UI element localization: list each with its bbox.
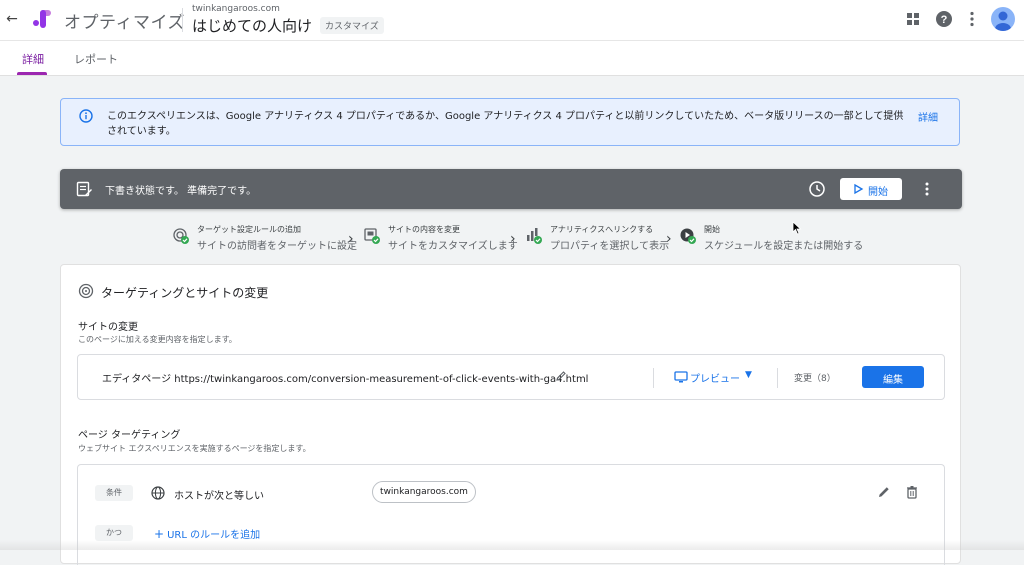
site-changes-subtitle: このページに加える変更内容を指定します。 (78, 335, 237, 344)
info-icon (79, 109, 93, 123)
analytics-check-icon (527, 228, 542, 244)
step-subtitle: サイトをカスタマイズします (388, 241, 518, 252)
mouse-cursor-icon (792, 221, 802, 235)
person-icon (995, 11, 1011, 31)
header-divider (182, 8, 183, 32)
beta-info-banner: このエクスペリエンスは、Google アナリティクス 4 プロパティであるか、G… (60, 98, 960, 146)
more-vert-icon[interactable] (918, 180, 936, 198)
apps-grid-icon[interactable] (903, 9, 923, 29)
arrow-left-icon[interactable]: ← (2, 9, 22, 29)
start-button[interactable]: 開始 (840, 178, 902, 200)
trash-icon[interactable] (905, 485, 919, 499)
edit-button-label: 編集 (883, 375, 903, 386)
step-subtitle: サイトの訪問者をターゲットに設定 (197, 241, 357, 252)
step-subtitle: スケジュールを設定または開始する (704, 241, 864, 252)
experience-name: はじめての人向け (192, 17, 313, 35)
pencil-icon[interactable] (555, 370, 567, 382)
rule-condition-text: ホストが次と等しい (174, 491, 264, 502)
target-icon (78, 283, 94, 299)
tab-details[interactable]: 詳細 (22, 51, 44, 67)
optimize-logo-icon (33, 10, 51, 28)
preview-button[interactable]: プレビュー (690, 370, 740, 385)
step-title: 開始 (704, 225, 720, 234)
target-check-icon (173, 228, 189, 244)
clock-icon[interactable] (808, 180, 826, 198)
plus-icon: + (154, 527, 165, 541)
help-icon[interactable]: ? (934, 9, 954, 29)
divider (653, 368, 654, 388)
chevron-right-icon: › (510, 231, 516, 247)
play-icon (854, 183, 864, 195)
chevron-right-icon: › (348, 231, 354, 247)
site-domain: twinkangaroos.com (192, 4, 280, 14)
start-button-label: 開始 (868, 187, 888, 198)
pencil-icon[interactable] (877, 485, 891, 499)
more-vert-icon[interactable] (962, 9, 982, 29)
banner-details-link[interactable]: 詳細 (918, 109, 938, 124)
page-targeting-title: ページ ターゲティング (78, 430, 181, 441)
banner-text: このエクスペリエンスは、Google アナリティクス 4 プロパティであるか、G… (107, 111, 904, 137)
app-title: オプティマイズ (64, 13, 185, 33)
card-title: ターゲティングとサイトの変更 (101, 286, 269, 300)
bottom-shade (0, 540, 1024, 550)
step-title: アナリティクスへリンクする (550, 225, 654, 234)
active-tab-indicator (17, 72, 47, 75)
editor-page-url: エディタページ https://twinkangaroos.com/conver… (102, 374, 589, 385)
add-url-rule-button[interactable]: + URL のルールを追加 (154, 526, 260, 541)
step-title: サイトの内容を変更 (388, 225, 460, 234)
draft-note-icon (76, 181, 92, 197)
page-targeting-subtitle: ウェブサイト エクスペリエンスを実施するページを指定します。 (78, 444, 311, 453)
step-title: ターゲット設定ルールの追加 (197, 225, 301, 234)
play-check-icon (680, 228, 696, 244)
divider (777, 368, 778, 388)
page-check-icon (364, 228, 380, 244)
experience-type-chip: カスタマイズ (320, 17, 384, 34)
tab-bar: 詳細 レポート (0, 41, 1024, 76)
caret-down-icon[interactable]: ▼ (745, 370, 752, 380)
host-value-chip[interactable]: twinkangaroos.com (372, 481, 476, 503)
chevron-right-icon: › (666, 231, 672, 247)
edit-button[interactable]: 編集 (862, 366, 924, 388)
targeting-card: ターゲティングとサイトの変更 サイトの変更 このページに加える変更内容を指定しま… (60, 264, 961, 565)
top-app-bar: ← オプティマイズ twinkangaroos.com はじめての人向け カスタ… (0, 0, 1024, 41)
condition-chip: 条件 (95, 485, 133, 501)
svg-text:?: ? (941, 14, 948, 26)
site-changes-title: サイトの変更 (78, 322, 138, 333)
tab-reports[interactable]: レポート (74, 51, 118, 67)
and-chip: かつ (95, 525, 133, 541)
editor-page-row: エディタページ https://twinkangaroos.com/conver… (77, 354, 945, 400)
account-avatar[interactable] (991, 7, 1015, 31)
monitor-icon (674, 371, 688, 383)
draft-status-bar: 下書き状態です。 準備完了です。 開始 (60, 169, 962, 209)
globe-icon (151, 486, 165, 500)
changes-count: 変更（8） (794, 374, 836, 384)
draft-status-text: 下書き状態です。 準備完了です。 (105, 186, 257, 197)
step-subtitle: プロパティを選択して表示 (550, 241, 670, 252)
